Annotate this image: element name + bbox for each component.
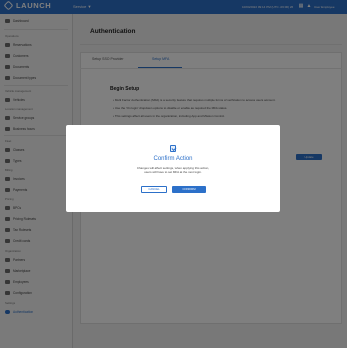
dialog-message-line: users will have to set MFA at the next l… — [144, 170, 202, 175]
cancel-button[interactable]: CANCEL — [141, 186, 167, 193]
checklist-icon — [170, 145, 176, 152]
dialog-message: Changes will affect settings, when apply… — [66, 166, 280, 174]
confirm-button[interactable]: CONFIRM — [172, 186, 206, 193]
dialog-title: Confirm Action — [153, 156, 193, 162]
